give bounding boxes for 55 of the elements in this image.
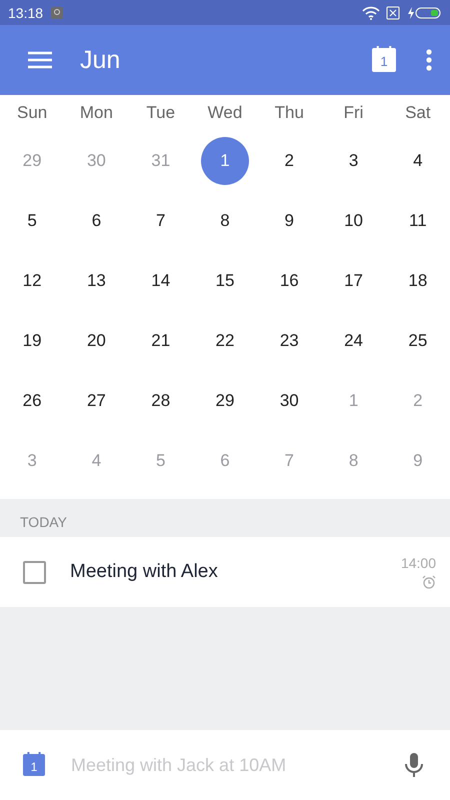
calendar-day[interactable]: 29 [200,377,249,425]
status-time: 13:18 [8,4,44,20]
calendar-day[interactable]: 7 [136,197,185,245]
calendar-day[interactable]: 22 [200,317,249,365]
weekday-label: Thu [274,102,305,124]
today-button[interactable]: 1 [366,42,402,78]
weekday-label: Wed [206,102,244,124]
alarm-icon [422,575,436,589]
calendar-day[interactable]: 13 [72,257,120,305]
event-title: Meeting with Alex [70,561,219,583]
wifi-icon [362,6,380,20]
calendar-day[interactable]: 14 [136,257,185,305]
calendar-icon: 1 [23,754,45,776]
event-time: 14:00 [400,555,436,571]
calendar-day[interactable]: 12 [8,257,56,305]
section-header: TODAY [19,513,68,532]
calendar-day[interactable]: 4 [394,137,442,185]
calendar-day[interactable]: 2 [265,137,314,185]
calendar-day[interactable]: 9 [265,197,314,245]
calendar-day[interactable]: 27 [72,377,120,425]
calendar-day[interactable]: 24 [330,317,378,365]
weekday-label: Mon [78,102,114,124]
weekday-label: Sun [16,102,48,124]
calendar-day[interactable]: 25 [394,317,442,365]
calendar-day[interactable]: 28 [136,377,185,425]
calendar-day[interactable]: 5 [8,197,56,245]
notification-icon [51,6,64,18]
calendar-day[interactable]: 26 [8,377,56,425]
calendar-day[interactable]: 1 [200,137,249,185]
weekday-label: Sat [404,102,432,124]
microphone-icon [404,752,424,778]
calendar-day[interactable]: 16 [265,257,314,305]
calendar-day[interactable]: 15 [200,257,249,305]
menu-icon [28,51,52,69]
more-icon [426,49,432,71]
no-sim-icon [386,6,400,20]
weekday-label: Tue [145,102,176,124]
event-row[interactable]: Meeting with Alex 14:00 [0,537,450,607]
month-title: Jun [80,46,122,74]
calendar-day[interactable]: 18 [394,257,442,305]
calendar-day[interactable]: 19 [8,317,56,365]
calendar-day[interactable]: 6 [72,197,120,245]
calendar-icon: 1 [372,48,396,72]
calendar-day[interactable]: 17 [330,257,378,305]
calendar-day[interactable]: 3 [330,137,378,185]
checkbox[interactable] [23,560,46,584]
calendar-day[interactable]: 23 [265,317,314,365]
calendar-day[interactable]: 20 [72,317,120,365]
calendar-day[interactable]: 30 [265,377,314,425]
calendar-day[interactable]: 8 [200,197,249,245]
calendar-day[interactable]: 21 [136,317,185,365]
weekday-label: Fri [342,102,364,124]
battery-icon [406,6,442,20]
calendar-day[interactable]: 10 [330,197,378,245]
calendar-day[interactable]: 11 [394,197,442,245]
